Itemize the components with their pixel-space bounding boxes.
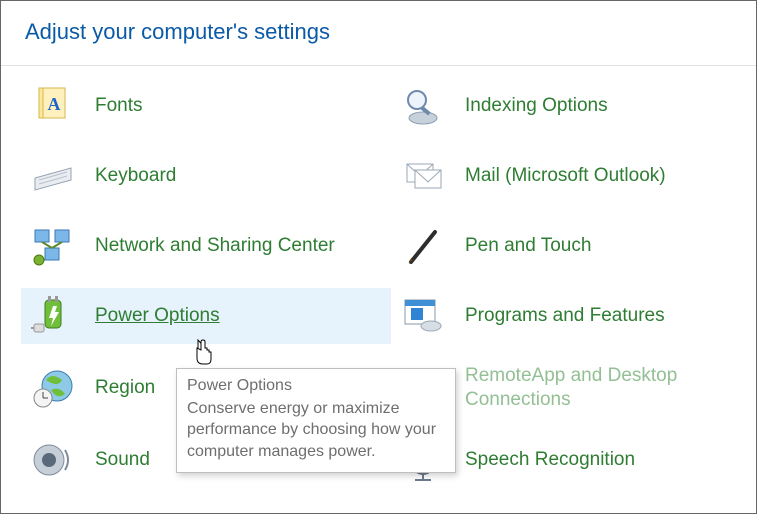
item-network-sharing[interactable]: Network and Sharing Center — [21, 218, 391, 274]
programs-icon — [401, 294, 445, 338]
item-pen-touch[interactable]: Pen and Touch — [391, 218, 736, 274]
item-label: Fonts — [95, 94, 143, 118]
item-label: Network and Sharing Center — [95, 234, 335, 258]
item-label: RemoteApp and Desktop Connections — [465, 364, 726, 412]
item-label: Power Options — [95, 304, 220, 328]
pen-icon — [401, 224, 445, 268]
settings-grid: A Fonts Indexing Options Keyboard — [1, 78, 756, 488]
item-label: Pen and Touch — [465, 234, 591, 258]
tooltip-title: Power Options — [187, 375, 445, 397]
keyboard-icon — [31, 154, 75, 198]
item-indexing-options[interactable]: Indexing Options — [391, 78, 736, 134]
mail-icon — [401, 154, 445, 198]
item-label: Sound — [95, 448, 150, 472]
item-label: Programs and Features — [465, 304, 665, 328]
item-label: Indexing Options — [465, 94, 608, 118]
item-fonts[interactable]: A Fonts — [21, 78, 391, 134]
fonts-icon: A — [31, 84, 75, 128]
item-keyboard[interactable]: Keyboard — [21, 148, 391, 204]
tooltip: Power Options Conserve energy or maximiz… — [176, 368, 456, 473]
item-label: Speech Recognition — [465, 448, 635, 472]
item-label: Mail (Microsoft Outlook) — [465, 164, 666, 188]
item-mail[interactable]: Mail (Microsoft Outlook) — [391, 148, 736, 204]
sound-icon — [31, 438, 75, 482]
divider — [1, 65, 756, 66]
item-power-options[interactable]: Power Options — [21, 288, 391, 344]
item-label: Region — [95, 376, 155, 400]
tooltip-body: Conserve energy or maximize performance … — [187, 398, 445, 463]
item-programs-features[interactable]: Programs and Features — [391, 288, 736, 344]
network-icon — [31, 224, 75, 268]
page-title: Adjust your computer's settings — [1, 1, 756, 57]
svg-text:A: A — [48, 94, 61, 114]
item-label: Keyboard — [95, 164, 176, 188]
power-icon — [31, 294, 75, 338]
indexing-icon — [401, 84, 445, 128]
region-icon — [31, 366, 75, 410]
